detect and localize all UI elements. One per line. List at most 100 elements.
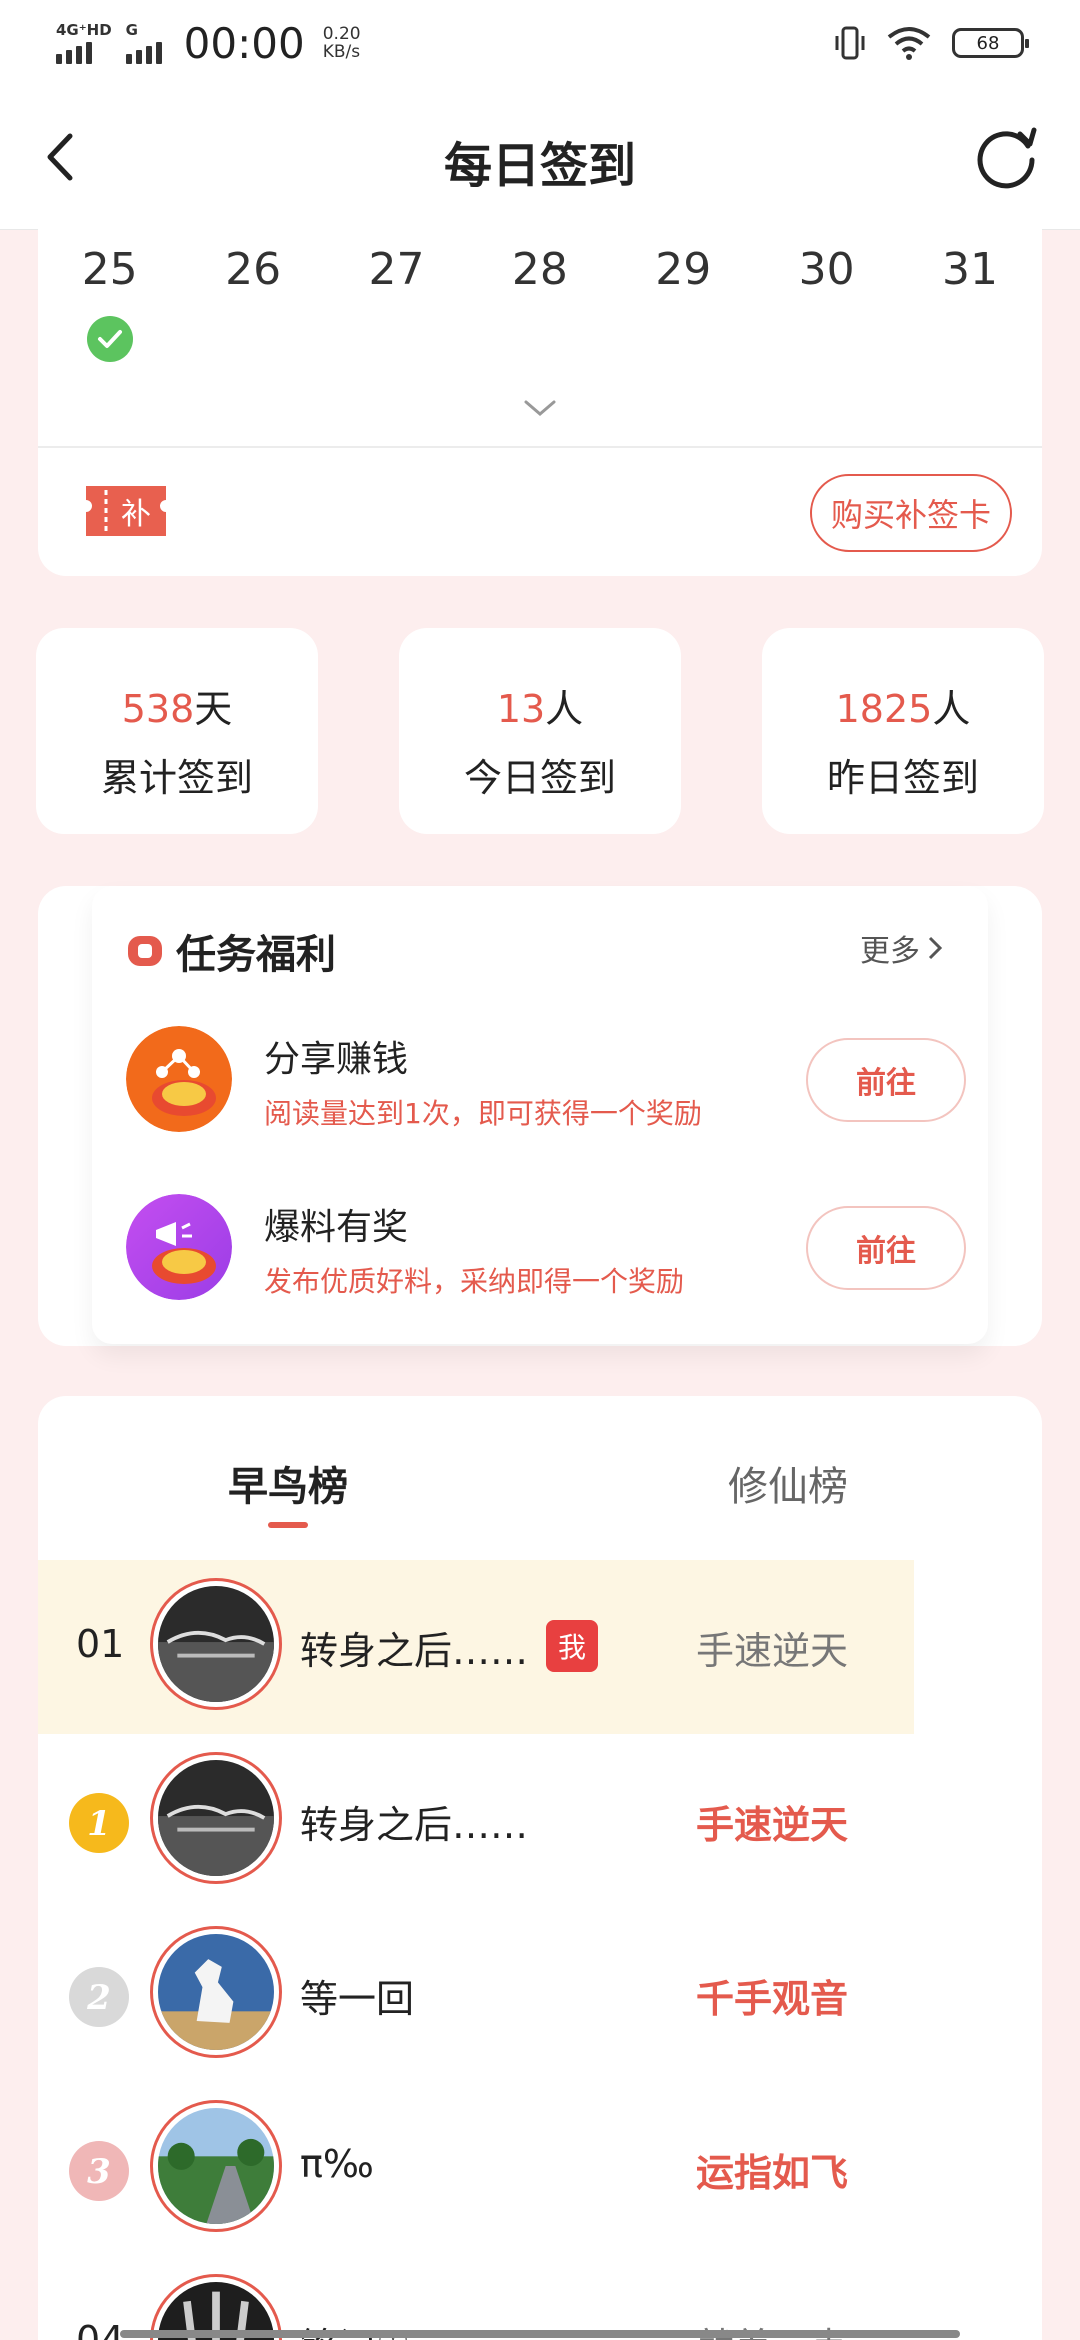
avatar: [150, 1926, 282, 2058]
vibrate-icon: [835, 26, 865, 60]
status-time: 00:00: [183, 18, 305, 68]
buy-makeup-card-button[interactable]: 购买补签卡: [810, 474, 1012, 552]
makeup-card-icon: 补: [86, 486, 166, 536]
calendar-week: 25 26 27 28 29 30 31: [38, 244, 1042, 364]
stat-label: 累计签到: [100, 756, 253, 800]
signal-bars-icon: [56, 38, 92, 64]
rank-title: 手速逆天: [696, 1629, 849, 1673]
chevron-down-icon[interactable]: [522, 396, 558, 420]
task-item-tipoff: 爆料有奖 发布优质好料，采纳即得一个奖励 前往: [126, 1194, 966, 1304]
tab-early-bird[interactable]: 早鸟榜: [228, 1454, 348, 1512]
stat-number: 538: [121, 687, 195, 731]
calendar-day[interactable]: 28: [468, 244, 611, 364]
task-name: 分享赚钱: [264, 1039, 409, 1080]
task-desc: 发布优质好料，采纳即得一个奖励: [264, 1265, 685, 1298]
medal-rank-2: 2: [86, 1978, 111, 2018]
calendar-day[interactable]: 31: [898, 244, 1041, 364]
battery-icon: 68: [952, 28, 1029, 58]
calendar-day[interactable]: 25: [38, 244, 181, 364]
day-number: 28: [511, 244, 568, 295]
signal-2: G: [125, 21, 162, 64]
network-label-2: G: [125, 21, 138, 39]
stat-total-signin: 538天 累计签到: [36, 628, 318, 834]
more-label: 更多: [860, 934, 920, 969]
battery-level: 68: [976, 32, 1000, 54]
speed-value: 0.20: [322, 24, 361, 44]
task-item-share: 分享赚钱 阅读量达到1次，即可获得一个奖励 前往: [126, 1026, 966, 1136]
tasks-header: 任务福利: [128, 922, 336, 980]
bronze-medal-icon: 3: [69, 2141, 129, 2201]
calendar-day[interactable]: 29: [612, 244, 755, 364]
avatar: [150, 1578, 282, 1710]
refresh-button[interactable]: [972, 120, 1042, 190]
rank-row[interactable]: 2 等一回 千手观音: [38, 1908, 1042, 2082]
wifi-icon: [887, 27, 931, 60]
rank-user-name: π‰: [300, 2142, 374, 2186]
status-right: 68: [834, 24, 1029, 62]
medal-rank-1: 1: [87, 1804, 111, 1844]
rank-row[interactable]: 3 π‰ 运指如飞: [38, 2082, 1042, 2256]
stat-number: 13: [496, 687, 546, 731]
stat-value: 538天: [36, 678, 318, 733]
more-link[interactable]: 更多: [860, 926, 944, 970]
medal-rank-3: 3: [87, 2152, 111, 2192]
stat-yesterday-signin: 1825人 昨日签到: [762, 628, 1044, 834]
task-name: 爆料有奖: [264, 1207, 409, 1248]
network-label-1: 4G⁺HD: [56, 21, 112, 39]
silver-medal-icon: 2: [69, 1967, 129, 2027]
avatar-image: [158, 1934, 274, 2050]
share-money-icon: [126, 1026, 232, 1132]
signed-check-icon: [86, 316, 133, 362]
stat-unit: 人: [932, 687, 971, 731]
day-number: 26: [225, 244, 282, 295]
home-indicator[interactable]: [120, 2330, 960, 2338]
gold-medal-icon: 1: [69, 1793, 129, 1853]
network-speed: 0.20 KB/s: [319, 25, 361, 61]
calendar-card: 25 26 27 28 29 30 31 补 购买补签卡: [38, 200, 1042, 576]
rank-user-name: 转身之后……: [300, 1803, 529, 1847]
speed-unit: KB/s: [322, 42, 361, 62]
page-title: 每日签到: [443, 138, 636, 194]
calendar-day[interactable]: 27: [325, 244, 468, 364]
stat-unit: 人: [545, 687, 584, 731]
rank-title: 运指如飞: [696, 2151, 849, 2195]
rank-title: 手速逆天: [696, 1803, 849, 1847]
day-number: 27: [368, 244, 425, 295]
go-button[interactable]: 前往: [806, 1038, 966, 1122]
go-button[interactable]: 前往: [806, 1206, 966, 1290]
calendar-day[interactable]: 30: [755, 244, 898, 364]
rank-row[interactable]: 04 铭记♡ 就差一点: [38, 2256, 1042, 2340]
ranking-card: 早鸟榜 修仙榜 01 转身之后…… 我 手速逆天 1 转身之后…… 手速逆天 2…: [38, 1396, 1042, 2340]
tab-underline: [268, 1522, 308, 1528]
stat-today-signin: 13人 今日签到: [399, 628, 681, 834]
avatar: [150, 2100, 282, 2232]
rank-row[interactable]: 1 转身之后…… 手速逆天: [38, 1734, 1042, 1908]
stat-value: 1825人: [762, 678, 1044, 733]
avatar-image: [158, 1586, 274, 1702]
stat-label: 今日签到: [463, 756, 616, 800]
avatar-image: [158, 1760, 274, 1876]
tab-cultivation[interactable]: 修仙榜: [728, 1454, 848, 1512]
avatar: [150, 1752, 282, 1884]
day-number: 30: [798, 244, 855, 295]
task-section-icon: [128, 936, 162, 966]
stat-value: 13人: [399, 678, 681, 733]
me-badge: 我: [546, 1620, 598, 1672]
rank-number: 04: [76, 2318, 125, 2340]
day-number: 25: [81, 244, 138, 295]
calendar-day[interactable]: 26: [181, 244, 324, 364]
stat-label: 昨日签到: [826, 756, 979, 800]
status-left: 4G⁺HD G 00:00 0.20 KB/s: [56, 19, 361, 68]
status-bar: 4G⁺HD G 00:00 0.20 KB/s 68: [0, 0, 1080, 86]
tasks-panel: 任务福利 更多 分享赚钱 阅读量达到1次，即可获得一个奖励 前往 爆料有奖 发布…: [92, 886, 988, 1344]
divider: [38, 446, 1042, 448]
rank-user-name: 转身之后……: [300, 1629, 529, 1673]
stat-number: 1825: [835, 687, 933, 731]
avatar-image: [158, 2108, 274, 2224]
task-desc: 阅读量达到1次，即可获得一个奖励: [264, 1097, 702, 1130]
chevron-right-icon: [928, 936, 943, 960]
signal-bars-icon-2: [125, 38, 162, 64]
tasks-card: 任务福利 更多 分享赚钱 阅读量达到1次，即可获得一个奖励 前往 爆料有奖 发布…: [38, 886, 1042, 1346]
signal-1: 4G⁺HD: [56, 22, 112, 64]
my-rank-row[interactable]: 01 转身之后…… 我 手速逆天: [38, 1560, 914, 1734]
